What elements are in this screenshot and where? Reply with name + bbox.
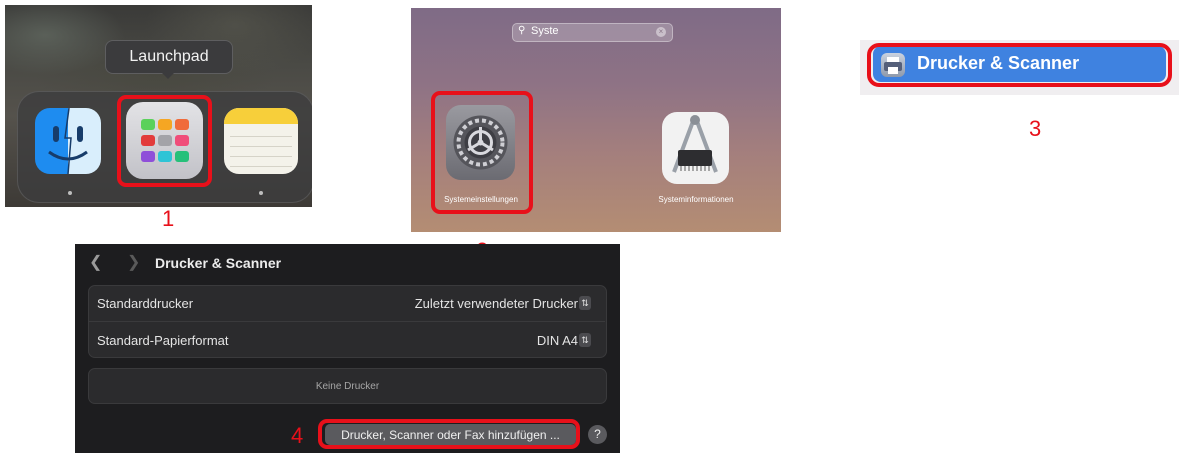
caliper-chip-icon xyxy=(672,115,718,173)
paper-format-stepper-icon[interactable]: ⇅ xyxy=(579,333,591,347)
step-number-1: 1 xyxy=(162,206,175,231)
highlight-add-printer-button xyxy=(318,419,580,449)
system-information-icon[interactable] xyxy=(662,112,729,184)
default-printer-value[interactable]: Zuletzt verwendeter Drucker xyxy=(415,296,578,311)
launchpad-search-field[interactable]: ⚲ Syste × xyxy=(512,23,673,42)
finder-icon[interactable] xyxy=(35,108,101,174)
paper-format-label: Standard-Papierformat xyxy=(97,333,229,348)
search-icon: ⚲ xyxy=(518,25,526,36)
highlight-launchpad xyxy=(117,95,212,187)
default-printer-label: Standarddrucker xyxy=(97,296,194,311)
search-input[interactable]: Syste xyxy=(531,25,559,37)
step-number-3: 3 xyxy=(1029,116,1042,141)
paper-format-value[interactable]: DIN A4 xyxy=(537,333,578,348)
running-indicator xyxy=(259,191,263,195)
system-information-label: Systeminformationen xyxy=(658,195,734,204)
printer-list-empty: Keine Drucker xyxy=(88,368,607,404)
clear-search-icon[interactable]: × xyxy=(656,27,666,37)
launchpad-tooltip: Launchpad xyxy=(105,40,233,74)
forward-icon[interactable]: ❯ xyxy=(127,252,140,272)
running-indicator xyxy=(68,191,72,195)
finder-smile xyxy=(48,108,88,174)
default-printer-stepper-icon[interactable]: ⇅ xyxy=(579,296,591,310)
notes-icon[interactable] xyxy=(224,108,298,174)
tooltip-arrow xyxy=(160,71,176,79)
help-button[interactable]: ? xyxy=(588,425,607,444)
highlight-system-settings xyxy=(431,91,533,214)
divider xyxy=(88,321,605,322)
back-icon[interactable]: ❮ xyxy=(89,252,102,272)
highlight-printers-item xyxy=(867,43,1172,87)
page-title: Drucker & Scanner xyxy=(155,255,282,271)
step-number-4: 4 xyxy=(291,423,304,448)
